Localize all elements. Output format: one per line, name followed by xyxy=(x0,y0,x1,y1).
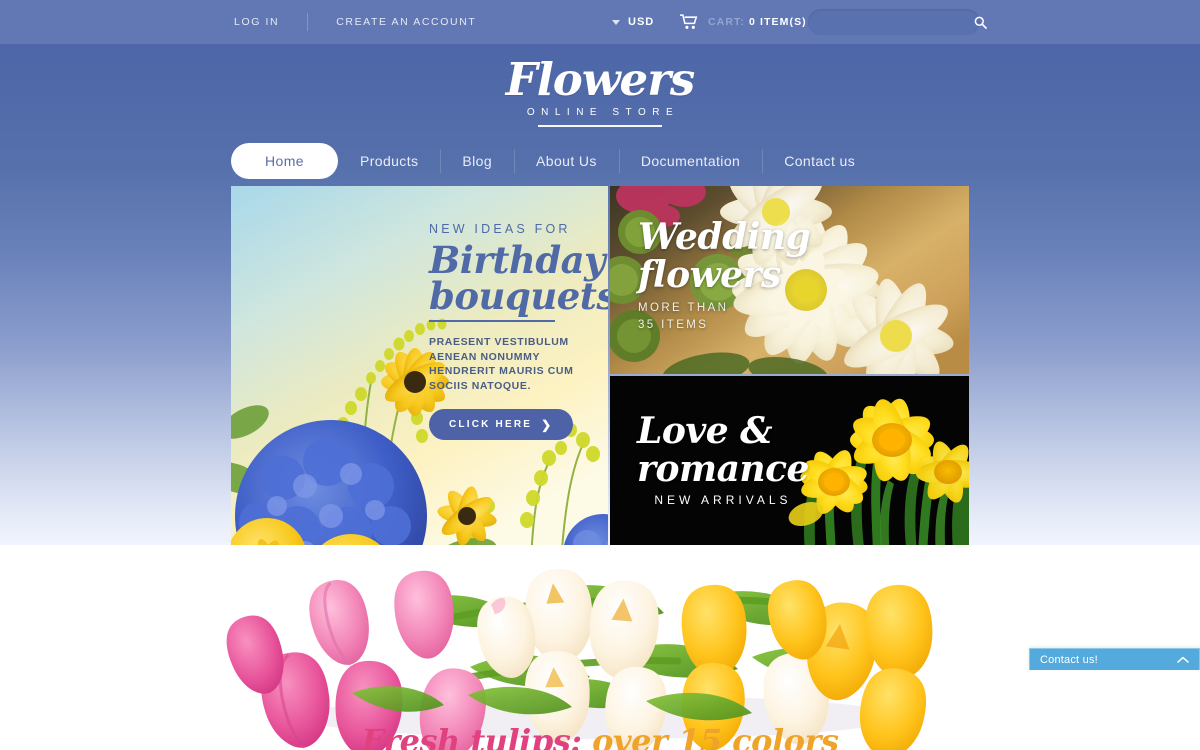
topbar-divider xyxy=(307,13,309,31)
wedding-sub-line1: MORE THAN xyxy=(638,302,729,314)
wedding-sub-line2: 35 ITEMS xyxy=(638,319,709,331)
cta-label: CLICK HERE xyxy=(449,419,533,430)
chevron-down-icon xyxy=(612,19,620,25)
search-button[interactable] xyxy=(974,9,987,35)
cart-label: CART: 0 ITEM(S) xyxy=(708,16,807,28)
banner-love-romance[interactable]: Love & romance NEW ARRIVALS xyxy=(610,376,969,562)
chevron-up-icon[interactable] xyxy=(1177,656,1189,664)
logo-wordmark: Flowers xyxy=(505,53,695,106)
tulip-bouquet-photo xyxy=(0,545,1200,750)
nav-item-documentation[interactable]: Documentation xyxy=(618,143,762,179)
tulips-promo-image xyxy=(0,545,1200,750)
nav-item-blog[interactable]: Blog xyxy=(440,143,514,179)
contact-widget-label: Contact us! xyxy=(1040,653,1098,666)
nav-item-contact-us[interactable]: Contact us xyxy=(762,143,877,179)
search-icon xyxy=(974,16,987,29)
banner-title-underline xyxy=(429,320,555,322)
click-here-button[interactable]: CLICK HERE ❯ xyxy=(429,409,574,440)
love-title-line1: Love & xyxy=(637,410,773,452)
wedding-title-line1: Wedding xyxy=(638,216,811,258)
create-account-link[interactable]: CREATE AN ACCOUNT xyxy=(336,16,476,28)
main-navigation: Home Products Blog About Us Documentatio… xyxy=(231,143,969,179)
shopping-cart-icon xyxy=(680,14,698,29)
logo-underline xyxy=(538,125,662,127)
banner-birthday-bouquets[interactable]: NEW IDEAS FOR Birthday bouquets PRAESENT… xyxy=(231,186,608,562)
currency-label: USD xyxy=(628,16,655,28)
wedding-banner-copy: Wedding flowers MORE THAN 35 ITEMS xyxy=(638,216,811,334)
birthday-banner-copy: NEW IDEAS FOR Birthday bouquets PRAESENT… xyxy=(429,222,608,440)
banner-body-text: PRAESENT VESTIBULUM AENEAN NONUMMY HENDR… xyxy=(429,336,574,392)
currency-selector[interactable]: USD xyxy=(612,16,654,28)
love-title-line2: romance xyxy=(637,448,809,490)
search-input[interactable] xyxy=(808,16,974,28)
nav-item-about-us[interactable]: About Us xyxy=(514,143,619,179)
love-banner-copy: Love & romance NEW ARRIVALS xyxy=(637,412,809,507)
love-sub: NEW ARRIVALS xyxy=(654,493,792,507)
contact-us-widget[interactable]: Contact us! xyxy=(1029,648,1200,670)
site-logo[interactable]: Flowers ONLINE STORE xyxy=(0,55,1200,127)
logo-tagline: ONLINE STORE xyxy=(526,107,680,118)
page-root: LOG IN CREATE AN ACCOUNT USD CART: 0 ITE… xyxy=(0,0,1200,750)
top-utility-bar: LOG IN CREATE AN ACCOUNT USD CART: 0 ITE… xyxy=(0,0,1200,44)
promo-tagline-accent: over 15 colors xyxy=(592,722,839,750)
banner-title-line2: bouquets xyxy=(429,274,608,318)
wedding-title-line2: flowers xyxy=(638,254,781,296)
promo-tagline-main: Fresh tulips: xyxy=(361,722,582,750)
banner-wedding-flowers[interactable]: Wedding flowers MORE THAN 35 ITEMS xyxy=(610,186,969,374)
nav-item-home[interactable]: Home xyxy=(231,143,338,179)
promo-tagline: Fresh tulips: over 15 colors xyxy=(0,722,1200,750)
banner-eyebrow: NEW IDEAS FOR xyxy=(429,222,571,236)
hero-banner-grid: NEW IDEAS FOR Birthday bouquets PRAESENT… xyxy=(231,186,969,562)
banner-title-line1: Birthday xyxy=(429,238,606,282)
login-link[interactable]: LOG IN xyxy=(234,16,279,28)
nav-item-products[interactable]: Products xyxy=(338,143,440,179)
top-bar-inner: LOG IN CREATE AN ACCOUNT USD CART: 0 ITE… xyxy=(230,0,987,44)
cart-count: 0 ITEM(S) xyxy=(749,16,807,28)
chevron-right-icon: ❯ xyxy=(541,417,554,432)
cart-link[interactable]: CART: 0 ITEM(S) xyxy=(680,14,807,30)
search-box[interactable] xyxy=(808,9,987,35)
